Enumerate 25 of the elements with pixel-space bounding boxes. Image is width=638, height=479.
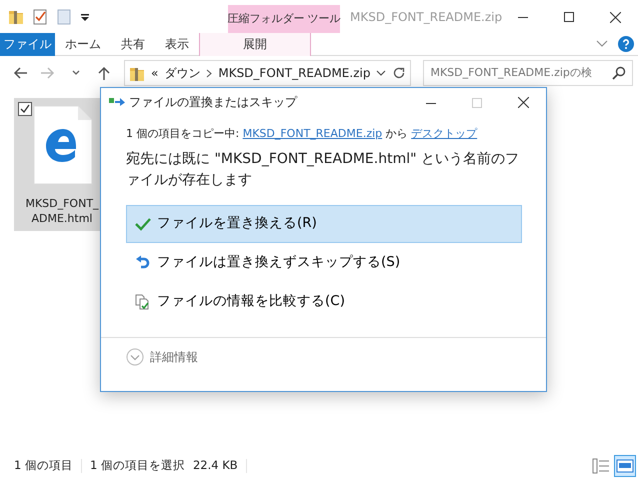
file-name: MKSD_FONT_ ADME.html [24, 196, 100, 226]
search-field[interactable]: MKSD_FONT_README.zipの検 [423, 60, 634, 86]
ribbon-tab[interactable]: 表示 [155, 32, 199, 56]
dialog-option[interactable]: ファイルの情報を比較する(C) [126, 282, 522, 320]
dialog-message: 宛先には既に "MKSD_FONT_README.html" という名前のファイルが存在します [126, 150, 520, 190]
breadcrumb-item[interactable]: ダウン [164, 64, 200, 82]
source-link[interactable]: MKSD_FONT_README.zip [242, 127, 382, 140]
dialog-title: ファイルの置換またはスキップ [129, 94, 297, 111]
address-bar[interactable]: « ダウン MKSD_FONT_README.zip [124, 60, 412, 86]
dialog-option[interactable]: ファイルは置き換えずスキップする(S) [126, 244, 522, 282]
item-count: 1 個の項目 [14, 457, 73, 474]
window-title: MKSD_FONT_README.zip [350, 8, 500, 26]
ribbon-tab[interactable]: ファイル [0, 32, 55, 56]
selection-count: 1 個の項目を選択 [90, 457, 185, 474]
more-details-button[interactable]: 詳細情報 [126, 348, 198, 366]
selection-size: 22.4 KB [192, 457, 238, 474]
ribbon-tab[interactable]: 共有 [111, 32, 155, 56]
context-tab-group: 圧縮フォルダー ツール [228, 5, 340, 33]
ribbon-tab[interactable]: ホーム [55, 32, 111, 56]
dialog-option[interactable]: ファイルを置き換える(R) [126, 204, 522, 242]
copy-status-text: 1 個の項目をコピー中: MKSD_FONT_README.zip から デスクトップ [126, 126, 478, 142]
breadcrumb-overflow[interactable]: « [151, 64, 158, 82]
destination-link[interactable]: デスクトップ [411, 127, 478, 140]
breadcrumb-item[interactable]: MKSD_FONT_README.zip [218, 64, 370, 82]
ribbon-tab[interactable]: 展開 [199, 32, 311, 56]
